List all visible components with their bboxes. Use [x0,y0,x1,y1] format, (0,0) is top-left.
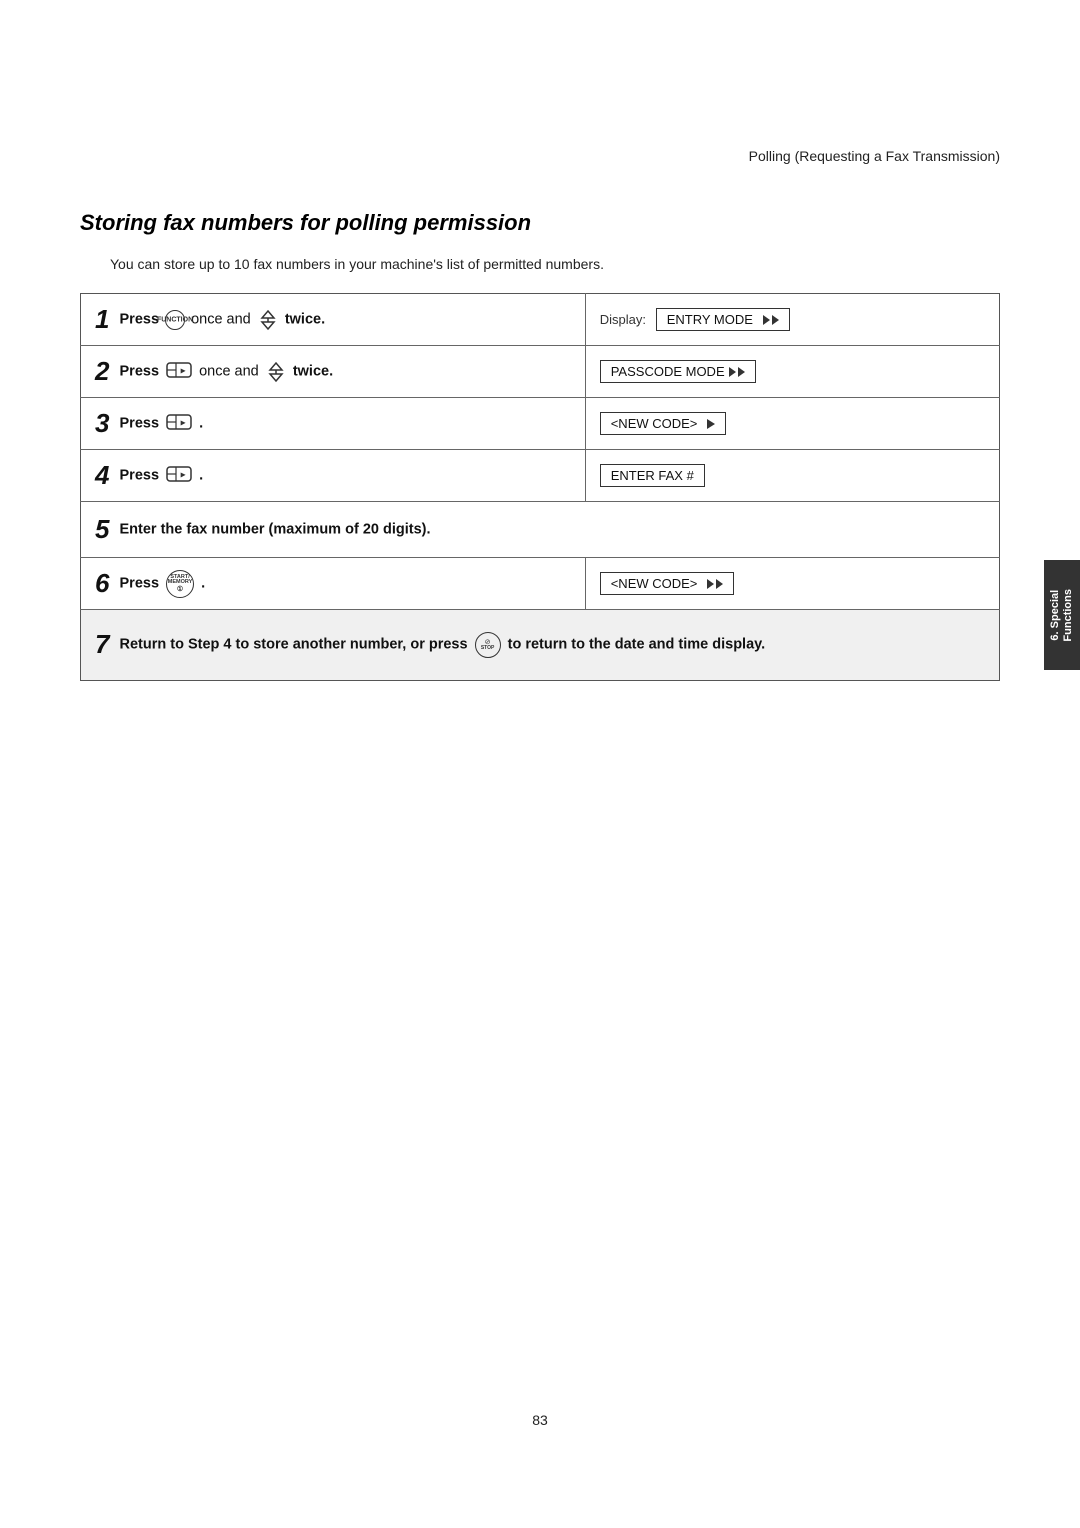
display-label-1: Display: [600,312,646,327]
step-3-content: 3 Press ▶ . [81,398,586,450]
fax-phone-icon-3: ▶ [166,411,192,437]
step-6-num: 6 [95,568,115,598]
step-2-once-and: once and [199,363,263,379]
step-4-content: 4 Press ▶ . [81,450,586,502]
step-4-period: . [199,467,203,483]
step-2-content: 2 Press ▶ once and [81,346,586,398]
step-2-press: Press [120,363,160,379]
display-double-arrow-1 [763,315,779,325]
display-text-4: ENTER FAX # [611,468,694,483]
display-double-arrow-6 [707,579,723,589]
display-box-6: <NEW CODE> [600,572,735,595]
function-label: FUNCTION [157,316,193,323]
intro-text: You can store up to 10 fax numbers in yo… [110,254,1000,275]
step-row-3: 3 Press ▶ . <NEW CODE [81,398,1000,450]
display-text-2: PASSCODE MODE [611,364,725,379]
display-text-1: ENTRY MODE [667,312,753,327]
step-4-display: ENTER FAX # [585,450,999,502]
svg-text:▶: ▶ [180,419,186,426]
display-box-1: ENTRY MODE [656,308,790,331]
step-3-press: Press [120,415,160,431]
step-4-num: 4 [95,460,115,490]
step-2-twice: twice. [293,363,333,379]
step-6-period: . [201,575,205,591]
step-5-content: 5 Enter the fax number (maximum of 20 di… [81,502,1000,558]
step-7-desc-prefix: Return to Step 4 to store another number… [120,637,468,653]
step-3-display: <NEW CODE> [585,398,999,450]
step-row-1: 1 Press FUNCTION once and [81,294,1000,346]
step-row-5: 5 Enter the fax number (maximum of 20 di… [81,502,1000,558]
section-heading: Storing fax numbers for polling permissi… [80,210,1000,236]
step-1-once-and: once and [191,311,255,327]
step-6-press: Press [120,575,160,591]
passcode-box: PASSCODE MODE [600,360,756,383]
scroll-up-down-icon-2 [265,361,287,383]
fax-phone-icon-4: ▶ [166,463,192,489]
page-number: 83 [532,1412,548,1428]
step-7-content: 7 Return to Step 4 to store another numb… [81,610,1000,681]
step-1-num: 1 [95,304,115,334]
step-5-num: 5 [95,514,115,544]
display-text-6: <NEW CODE> [611,576,698,591]
step-5-desc: Enter the fax number (maximum of 20 digi… [120,521,431,537]
main-content: Storing fax numbers for polling permissi… [80,210,1000,681]
svg-text:▶: ▶ [180,471,186,478]
step-row-2: 2 Press ▶ once and [81,346,1000,398]
step-row-4: 4 Press ▶ . ENTER FAX [81,450,1000,502]
step-7-desc-suffix: to return to the date and time display. [508,637,766,653]
start-memory-button-icon: START/ MEMORY ① [166,570,194,598]
stop-button-icon: ⊘ STOP [475,632,501,658]
step-2-display: PASSCODE MODE [585,346,999,398]
step-row-6: 6 Press START/ MEMORY ① . <NEW CODE> [81,558,1000,610]
fax-phone-icon-2: ▶ [166,359,192,385]
display-single-arrow-3 [707,419,715,429]
svg-text:▶: ▶ [180,367,186,374]
function-button-icon: FUNCTION [165,310,185,330]
step-1-content: 1 Press FUNCTION once and [81,294,586,346]
display-box-3: <NEW CODE> [600,412,727,435]
header-title: Polling (Requesting a Fax Transmission) [749,148,1000,164]
step-6-display: <NEW CODE> [585,558,999,610]
step-7-num: 7 [95,629,115,659]
step-4-press: Press [120,467,160,483]
step-3-num: 3 [95,408,115,438]
page-container: 6. SpecialFunctions Polling (Requesting … [0,0,1080,1528]
step-1-twice: twice. [285,311,325,327]
step-3-period: . [199,415,203,431]
scroll-up-down-icon-1 [257,309,279,331]
page-header: Polling (Requesting a Fax Transmission) [749,148,1000,164]
side-tab-text: 6. SpecialFunctions [1049,589,1075,642]
step-1-display: Display: ENTRY MODE [585,294,999,346]
steps-table: 1 Press FUNCTION once and [80,293,1000,681]
step-2-num: 2 [95,356,115,386]
display-double-arrow-2 [729,367,745,377]
step-6-content: 6 Press START/ MEMORY ① . [81,558,586,610]
step-1-press: Press [120,311,160,327]
step-row-7: 7 Return to Step 4 to store another numb… [81,610,1000,681]
display-box-4: ENTER FAX # [600,464,705,487]
side-tab: 6. SpecialFunctions [1044,560,1080,670]
display-text-3: <NEW CODE> [611,416,698,431]
